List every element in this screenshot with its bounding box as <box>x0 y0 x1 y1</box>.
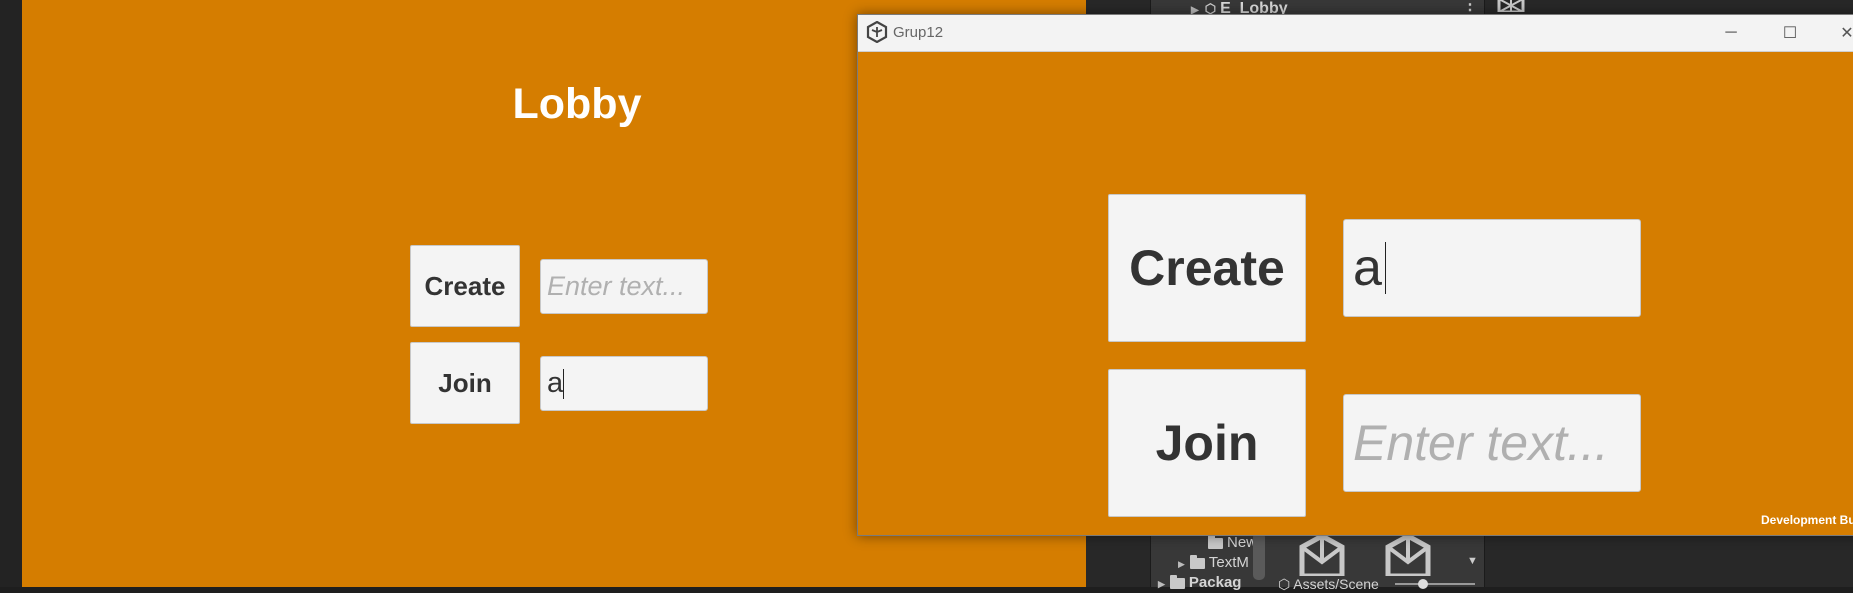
window-title: Grup12 <box>893 24 944 41</box>
text-caret <box>1384 242 1386 294</box>
input-placeholder: Enter text... <box>547 271 686 301</box>
chevron-down-icon[interactable]: ▼ <box>1467 555 1478 567</box>
game-window: Grup12 ─ ☐ ✕ Create a Join Enter text...… <box>857 14 1853 536</box>
zoom-slider-handle[interactable] <box>1418 579 1428 589</box>
unity-asset-icon[interactable] <box>1298 532 1346 576</box>
create-button[interactable]: Create <box>410 245 520 327</box>
window-titlebar[interactable]: Grup12 ─ ☐ ✕ <box>858 15 1853 52</box>
unity-logo-icon: ⬡ <box>1278 576 1291 592</box>
minimize-icon[interactable]: ─ <box>1708 15 1754 51</box>
input-value: a <box>1353 239 1382 297</box>
input-placeholder: Enter text... <box>1353 415 1609 471</box>
project-folder[interactable]: New <box>1208 534 1257 551</box>
folder-icon <box>1189 554 1205 569</box>
maximize-icon[interactable]: ☐ <box>1767 15 1813 51</box>
zoom-slider[interactable] <box>1395 583 1475 585</box>
unity-logo-icon <box>866 21 888 43</box>
join-button[interactable]: Join <box>410 342 520 424</box>
breadcrumb[interactable]: ⬡ Assets/Scene <box>1278 576 1379 593</box>
close-icon[interactable]: ✕ <box>1824 15 1853 51</box>
development-build-label: Development Bu <box>1761 513 1853 527</box>
create-room-input[interactable]: a <box>1343 219 1641 317</box>
project-folder[interactable]: ▶ TextM <box>1178 554 1249 571</box>
expand-arrow-icon[interactable]: ▶ <box>1158 579 1165 589</box>
join-room-input[interactable]: a <box>540 356 708 411</box>
page-title: Lobby <box>512 80 642 128</box>
folder-icon <box>1208 534 1223 549</box>
input-value: a <box>547 367 564 399</box>
join-button[interactable]: Join <box>1108 369 1306 517</box>
text-caret <box>563 368 565 399</box>
unity-logo-icon <box>1497 0 1525 12</box>
editor-left-edge <box>0 0 22 587</box>
create-button[interactable]: Create <box>1108 194 1306 342</box>
project-folder[interactable]: ▶ Packag <box>1158 574 1241 591</box>
join-room-input[interactable]: Enter text... <box>1343 394 1641 492</box>
expand-arrow-icon[interactable]: ▶ <box>1178 559 1185 569</box>
create-room-input[interactable]: Enter text... <box>540 259 708 314</box>
unity-asset-icon[interactable] <box>1384 532 1432 576</box>
scrollbar[interactable] <box>1253 532 1265 580</box>
